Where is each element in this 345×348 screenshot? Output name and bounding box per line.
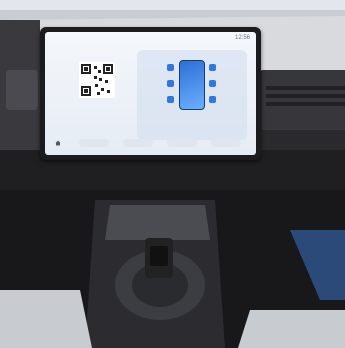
display-panel[interactable]: 12:56 <box>45 32 256 155</box>
home-icon[interactable] <box>55 140 61 146</box>
feature-icon-5[interactable] <box>209 80 216 87</box>
phone-icon <box>179 60 205 110</box>
tab-4[interactable] <box>211 139 241 147</box>
tab-1[interactable] <box>79 139 109 147</box>
feature-icon-4[interactable] <box>209 64 216 71</box>
feature-icon-6[interactable] <box>209 96 216 103</box>
phone-feature-panel <box>137 50 247 140</box>
feature-icon-3[interactable] <box>167 96 174 103</box>
tab-3[interactable] <box>167 139 197 147</box>
qr-panel <box>63 62 135 142</box>
bottom-tabs <box>53 139 253 149</box>
car-interior-photo: 12:56 <box>0 0 345 348</box>
feature-icon-2[interactable] <box>167 80 174 87</box>
qr-code <box>79 62 115 98</box>
clock: 12:56 <box>234 35 250 41</box>
tab-2[interactable] <box>123 139 153 147</box>
infotainment-screen: 12:56 <box>40 27 261 160</box>
feature-icon-1[interactable] <box>167 64 174 71</box>
